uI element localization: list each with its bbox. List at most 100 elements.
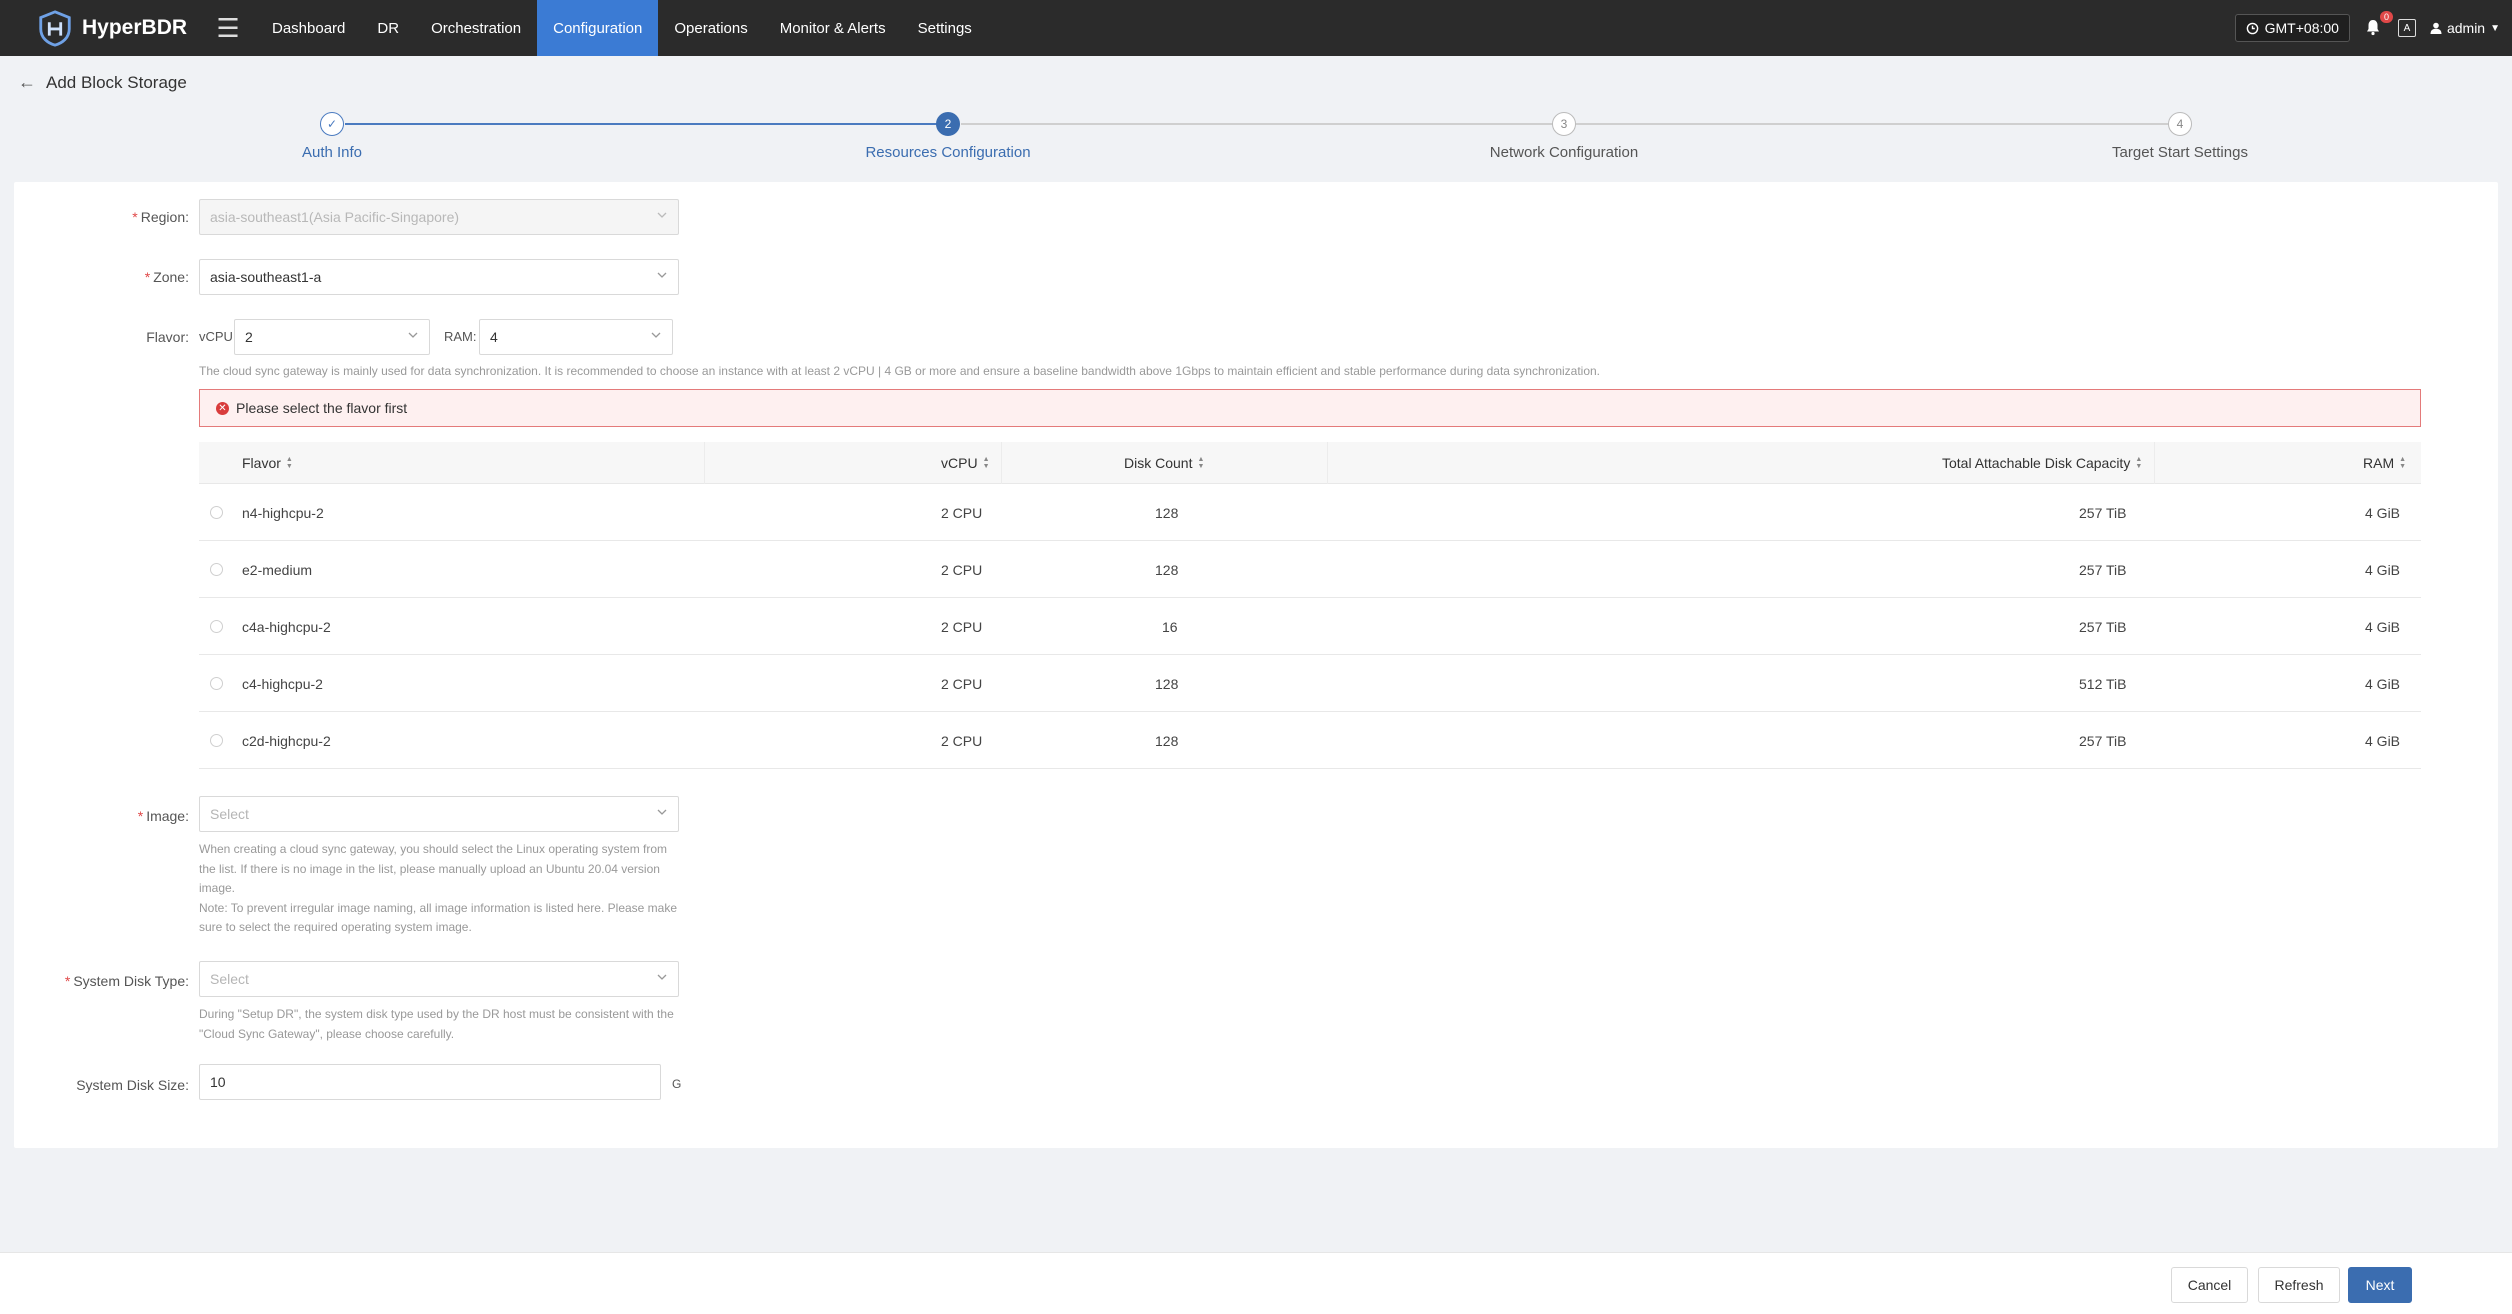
- zone-value: asia-southeast1-a: [210, 269, 322, 285]
- top-navbar: HyperBDR ☰ Dashboard DR Orchestration Co…: [0, 0, 2512, 56]
- ram-value: 4: [490, 329, 498, 345]
- language-switch-icon[interactable]: A: [2397, 19, 2416, 37]
- sort-icon: ▲ ▼: [285, 456, 293, 470]
- column-divider: [1327, 442, 1328, 484]
- step-network-configuration[interactable]: 3 Network Configuration: [1434, 110, 1694, 161]
- cell-flavor: c2d-highcpu-2: [242, 732, 331, 749]
- row-radio[interactable]: [210, 506, 223, 519]
- flavor-hint: The cloud sync gateway is mainly used fo…: [199, 364, 1601, 378]
- table-row[interactable]: n4-highcpu-2 2 CPU 128 257 TiB 4 GiB: [199, 484, 2421, 541]
- nav-item-configuration[interactable]: Configuration: [537, 0, 659, 56]
- nav-item-dr[interactable]: DR: [361, 0, 415, 56]
- system-disk-size-input[interactable]: 10: [199, 1064, 661, 1100]
- cell-flavor: c4a-highcpu-2: [242, 618, 331, 635]
- region-label: * Region:: [132, 209, 189, 225]
- cell-flavor: c4-highcpu-2: [242, 675, 323, 692]
- notifications-button[interactable]: 0: [2364, 11, 2393, 38]
- row-radio[interactable]: [210, 734, 223, 747]
- nav-item-monitor-alerts[interactable]: Monitor & Alerts: [764, 0, 902, 56]
- refresh-button[interactable]: Refresh: [2258, 1267, 2340, 1303]
- zone-label: * Zone:: [144, 269, 189, 285]
- cell-disk-count: 16: [1162, 618, 1178, 635]
- menu-toggle-icon[interactable]: ☰: [200, 0, 256, 56]
- user-menu[interactable]: admin ▼: [2430, 20, 2500, 36]
- step-number: 2: [936, 112, 960, 136]
- step-resources-configuration[interactable]: 2 Resources Configuration: [818, 110, 1078, 161]
- back-arrow-icon[interactable]: ←: [18, 72, 36, 93]
- timezone-display[interactable]: GMT+08:00: [2234, 14, 2350, 42]
- next-button[interactable]: Next: [2348, 1267, 2412, 1303]
- step-target-start-settings[interactable]: 4 Target Start Settings: [2050, 110, 2310, 161]
- clock-icon: [2246, 22, 2258, 34]
- table-row[interactable]: c4-highcpu-2 2 CPU 128 512 TiB 4 GiB: [199, 655, 2421, 712]
- main-nav: Dashboard DR Orchestration Configuration…: [256, 0, 988, 56]
- cell-vcpu: 2 CPU: [941, 618, 983, 635]
- system-disk-type-select[interactable]: Select: [199, 961, 679, 997]
- ram-label: RAM:: [444, 329, 477, 344]
- nav-item-operations[interactable]: Operations: [658, 0, 763, 56]
- cancel-button[interactable]: Cancel: [2171, 1267, 2248, 1303]
- flavor-error-text: Please select the flavor first: [236, 400, 408, 416]
- cell-ram: 4 GiB: [2365, 561, 2401, 578]
- image-select[interactable]: Select: [199, 796, 679, 832]
- step-label: Resources Configuration: [865, 144, 1031, 161]
- cell-disk-count: 128: [1155, 732, 1179, 749]
- vcpu-select[interactable]: 2: [234, 319, 430, 355]
- zone-select[interactable]: asia-southeast1-a: [199, 259, 679, 295]
- column-header-disk-count[interactable]: Disk Count ▲ ▼: [1124, 442, 1204, 484]
- user-icon: [2430, 22, 2442, 34]
- cell-ram: 4 GiB: [2365, 732, 2401, 749]
- resources-form-card: * Region: asia-southeast1(Asia Pacific-Si…: [14, 182, 2498, 1148]
- row-radio[interactable]: [210, 563, 223, 576]
- column-header-ram[interactable]: RAM ▲ ▼: [2363, 442, 2406, 484]
- system-disk-type-placeholder: Select: [210, 971, 249, 987]
- step-label: Network Configuration: [1489, 144, 1639, 161]
- chevron-down-icon: [657, 974, 667, 980]
- username: admin: [2446, 20, 2486, 36]
- row-radio[interactable]: [210, 620, 223, 633]
- chevron-down-icon: [408, 332, 418, 338]
- region-select: asia-southeast1(Asia Pacific-Singapore): [199, 199, 679, 235]
- row-radio[interactable]: [210, 677, 223, 690]
- table-row[interactable]: c4a-highcpu-2 2 CPU 16 257 TiB 4 GiB: [199, 598, 2421, 655]
- ram-select[interactable]: 4: [479, 319, 673, 355]
- image-placeholder: Select: [210, 806, 249, 822]
- cell-vcpu: 2 CPU: [941, 675, 983, 692]
- step-number: 3: [1552, 112, 1576, 136]
- cell-ram: 4 GiB: [2365, 675, 2401, 692]
- cell-flavor: n4-highcpu-2: [242, 504, 324, 521]
- check-icon: ✓: [320, 112, 344, 136]
- sort-icon: ▲ ▼: [1197, 456, 1205, 470]
- error-icon: ✕: [216, 401, 229, 415]
- system-disk-size-value: 10: [210, 1074, 226, 1090]
- column-header-total-capacity[interactable]: Total Attachable Disk Capacity ▲ ▼: [1942, 442, 2142, 484]
- nav-item-settings[interactable]: Settings: [902, 0, 988, 56]
- page-title: Add Block Storage: [46, 72, 187, 92]
- cell-vcpu: 2 CPU: [941, 732, 983, 749]
- image-hint: When creating a cloud sync gateway, you …: [199, 842, 678, 934]
- cell-ram: 4 GiB: [2365, 618, 2401, 635]
- chevron-down-icon: [657, 272, 667, 278]
- sort-icon: ▲ ▼: [2399, 456, 2407, 470]
- table-row[interactable]: c2d-highcpu-2 2 CPU 128 257 TiB 4 GiB: [199, 712, 2421, 769]
- step-number: 4: [2168, 112, 2192, 136]
- table-row[interactable]: e2-medium 2 CPU 128 257 TiB 4 GiB: [199, 541, 2421, 598]
- chevron-down-icon: [657, 212, 667, 218]
- system-disk-size-label: System Disk Size:: [76, 1077, 189, 1093]
- cell-disk-count: 128: [1155, 561, 1179, 578]
- vcpu-value: 2: [245, 329, 253, 345]
- system-disk-type-hint: During "Setup DR", the system disk type …: [199, 1007, 674, 1041]
- brand-name: HyperBDR: [82, 16, 188, 39]
- cell-disk-count: 128: [1155, 675, 1179, 692]
- brand[interactable]: HyperBDR: [0, 0, 200, 56]
- hyperbdr-logo-icon: [39, 10, 71, 47]
- column-header-flavor[interactable]: Flavor ▲ ▼: [242, 442, 293, 484]
- nav-item-dashboard[interactable]: Dashboard: [256, 0, 361, 56]
- column-header-vcpu[interactable]: vCPU ▲ ▼: [941, 442, 990, 484]
- cell-capacity: 257 TiB: [2079, 618, 2127, 635]
- step-auth-info[interactable]: ✓ Auth Info: [202, 110, 462, 161]
- nav-item-orchestration[interactable]: Orchestration: [415, 0, 537, 56]
- image-label: * Image:: [137, 808, 189, 824]
- column-divider: [1001, 442, 1002, 484]
- wizard-steps: ✓ Auth Info 2 Resources Configuration 3 …: [0, 110, 2512, 170]
